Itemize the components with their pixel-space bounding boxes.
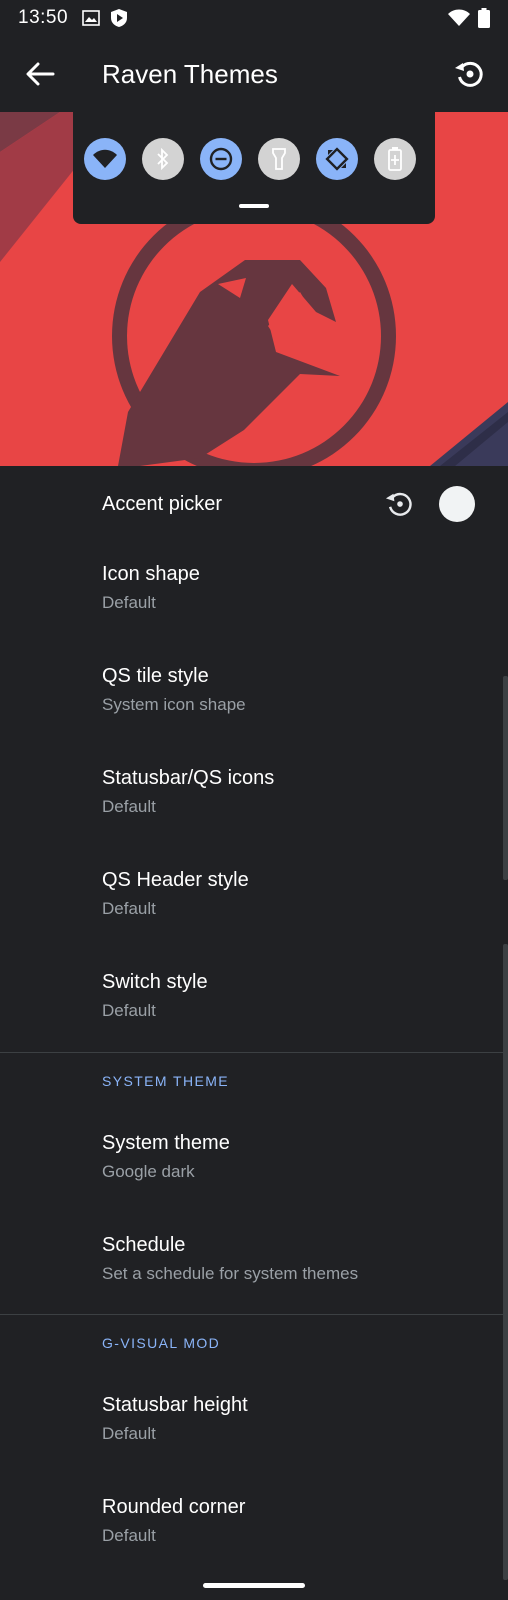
- arrow-back-icon: [26, 62, 55, 86]
- accent-picker-row[interactable]: Accent picker: [0, 466, 508, 542]
- pref-title: System theme: [102, 1132, 230, 1154]
- accent-color-swatch[interactable]: [439, 486, 475, 522]
- pref-summary: Google dark: [102, 1162, 195, 1181]
- status-bar: 13:50: [0, 0, 508, 36]
- pref-title: Switch style: [102, 971, 208, 993]
- restore-defaults-button[interactable]: [446, 50, 494, 98]
- pref-title: QS Header style: [102, 869, 249, 891]
- pref-title: Icon shape: [102, 563, 200, 585]
- qs-tile-flashlight[interactable]: [258, 138, 300, 180]
- section-header-label: G-VISUAL MOD: [102, 1335, 221, 1351]
- status-notification-icons: [82, 8, 128, 28]
- qs-tile-battery-saver[interactable]: [374, 138, 416, 180]
- pref-switch-style[interactable]: Switch style Default: [0, 950, 508, 1052]
- pref-summary: Default: [102, 1526, 156, 1545]
- shield-notification-icon: [111, 9, 128, 27]
- pref-title: QS tile style: [102, 665, 209, 687]
- pref-title: Rounded corner: [102, 1496, 246, 1518]
- app-bar: Raven Themes: [0, 36, 508, 112]
- accent-picker-label: Accent picker: [102, 493, 223, 515]
- reset-accent-icon[interactable]: [385, 489, 415, 519]
- pref-summary: Default: [102, 1001, 156, 1020]
- pref-title: Statusbar/QS icons: [102, 767, 275, 789]
- pref-statusbar-height[interactable]: Statusbar height Default: [0, 1371, 508, 1473]
- gesture-nav-handle[interactable]: [203, 1583, 305, 1588]
- preferences-list: Accent picker Icon shape Default QS tile…: [0, 466, 508, 1553]
- battery-saver-icon: [388, 147, 402, 171]
- image-notification-icon: [82, 10, 100, 26]
- back-button[interactable]: [12, 46, 68, 102]
- do-not-disturb-icon: [209, 147, 233, 171]
- pref-summary: Default: [102, 593, 156, 612]
- pref-statusbar-qs-icons[interactable]: Statusbar/QS icons Default: [0, 746, 508, 848]
- section-header-system-theme: SYSTEM THEME: [0, 1053, 508, 1109]
- section-header-g-visual-mod: G-VISUAL MOD: [0, 1315, 508, 1371]
- status-time: 13:50: [18, 7, 69, 28]
- pref-summary: Default: [102, 797, 156, 816]
- pref-title: Schedule: [102, 1234, 186, 1256]
- pref-qs-tile-style[interactable]: QS tile style System icon shape: [0, 644, 508, 746]
- wifi-icon: [93, 149, 117, 168]
- qs-tile-auto-rotate[interactable]: [316, 138, 358, 180]
- pref-summary: Set a schedule for system themes: [102, 1264, 359, 1283]
- qs-tile-do-not-disturb[interactable]: [200, 138, 242, 180]
- pref-icon-shape[interactable]: Icon shape Default: [0, 542, 508, 644]
- quick-settings-panel: [73, 112, 435, 224]
- scrollbar-thumb[interactable]: [503, 676, 508, 880]
- auto-rotate-icon: [325, 147, 349, 171]
- qs-drag-handle[interactable]: [239, 204, 269, 208]
- wifi-signal-icon: [448, 9, 470, 26]
- accent-picker-actions: [385, 486, 475, 522]
- pref-summary: Default: [102, 899, 156, 918]
- restore-icon: [455, 61, 483, 87]
- flashlight-icon: [272, 148, 286, 170]
- pref-qs-header-style[interactable]: QS Header style Default: [0, 848, 508, 950]
- pref-schedule[interactable]: Schedule Set a schedule for system theme…: [0, 1211, 508, 1314]
- pref-summary: System icon shape: [102, 695, 246, 714]
- qs-tile-wifi[interactable]: [84, 138, 126, 180]
- pref-summary: Default: [102, 1424, 156, 1443]
- battery-icon: [478, 8, 490, 28]
- pref-rounded-corner[interactable]: Rounded corner Default: [0, 1473, 508, 1553]
- theme-preview: [0, 112, 508, 466]
- pref-system-theme[interactable]: System theme Google dark: [0, 1109, 508, 1211]
- pref-title: Statusbar height: [102, 1394, 248, 1416]
- scrollbar-track-segment: [503, 944, 508, 1580]
- section-header-label: SYSTEM THEME: [102, 1073, 230, 1089]
- page-title: Raven Themes: [102, 58, 278, 89]
- qs-tile-bluetooth[interactable]: [142, 138, 184, 180]
- bluetooth-icon: [157, 148, 169, 170]
- status-system-icons: [448, 8, 490, 28]
